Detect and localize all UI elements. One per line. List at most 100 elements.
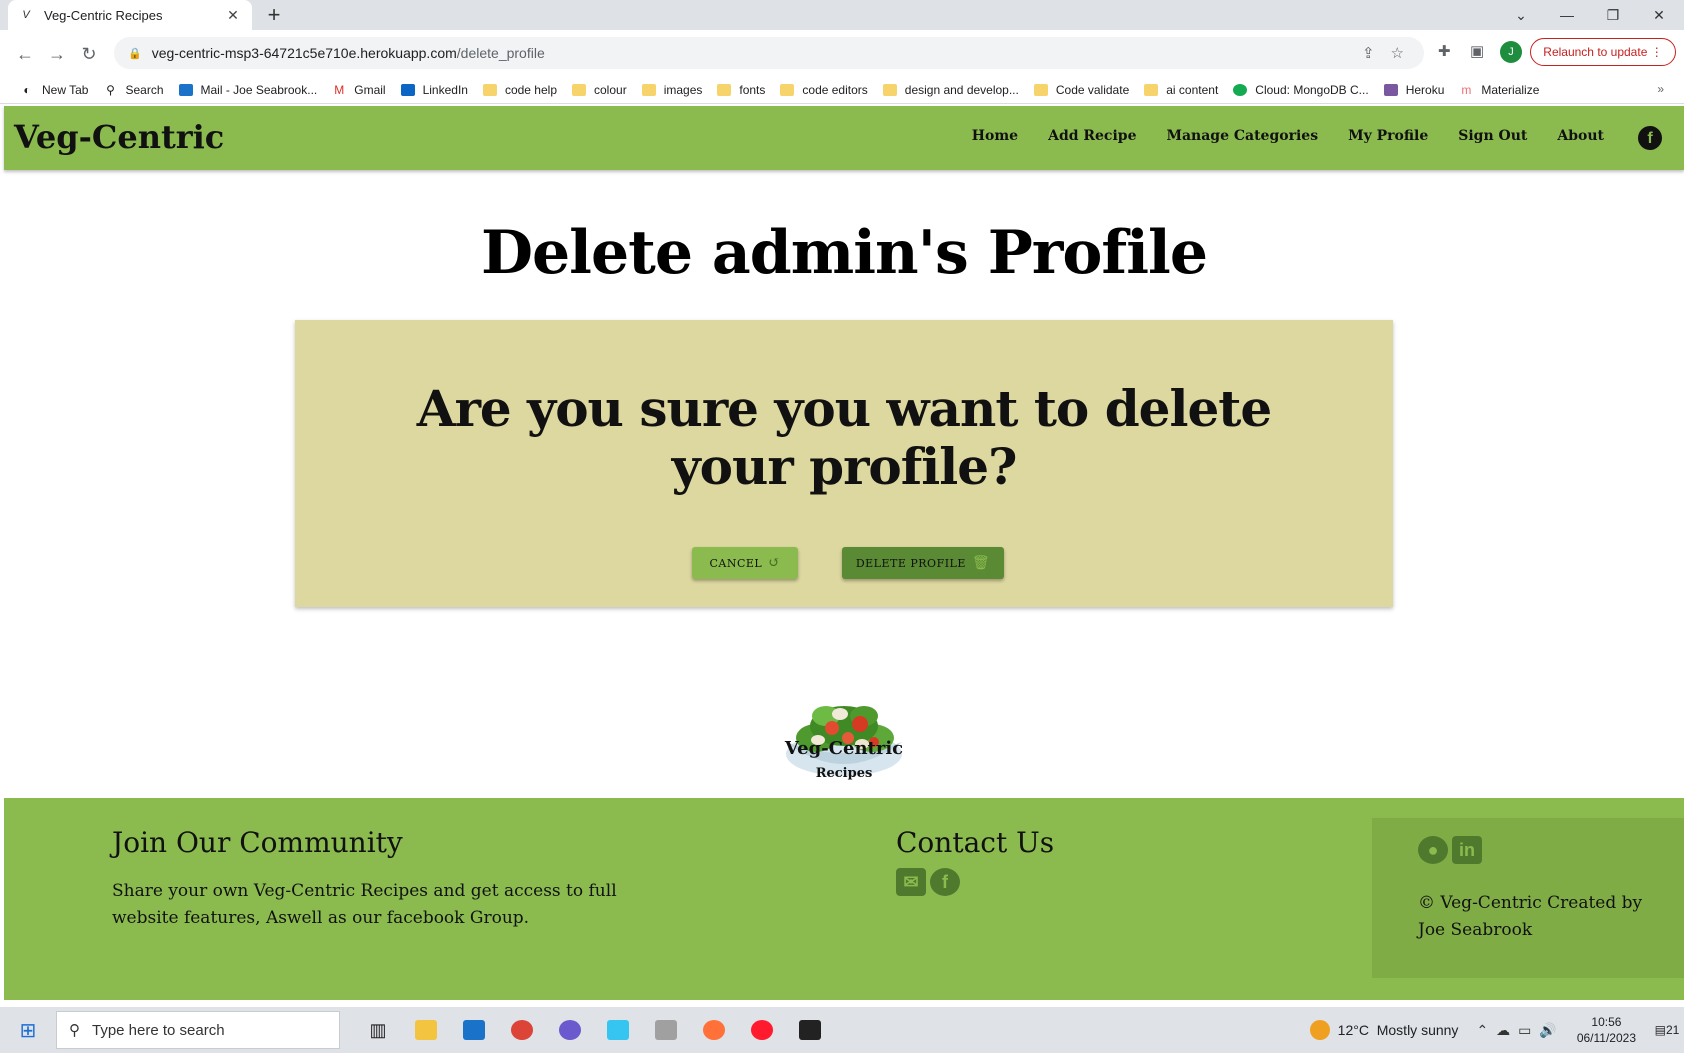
nav-manage-categories[interactable]: Manage Categories	[1166, 128, 1318, 144]
bookmark-label: Cloud: MongoDB C...	[1255, 82, 1369, 97]
restore-button[interactable]: ❐	[1590, 0, 1636, 30]
bookmark-search[interactable]: ⚲ Search	[103, 83, 163, 97]
file-explorer-icon[interactable]	[402, 1010, 450, 1050]
chrome-icon[interactable]	[498, 1010, 546, 1050]
undo-icon: ↺	[768, 555, 781, 571]
nav-home[interactable]: Home	[972, 128, 1018, 144]
address-bar[interactable]: 🔒 veg-centric-msp3-64721c5e710e.herokuap…	[114, 37, 1424, 69]
tab-search-chevron-icon[interactable]: ⌄	[1498, 0, 1544, 30]
bookmark-label: code help	[504, 82, 557, 97]
clock[interactable]: 10:56 06/11/2023	[1577, 1014, 1636, 1046]
confirm-question: Are you sure you want to delete your pro…	[416, 379, 1272, 496]
gimp-icon[interactable]	[642, 1010, 690, 1050]
bookmark-label: images	[663, 82, 703, 97]
heroku-icon	[1383, 83, 1398, 96]
m365-icon[interactable]	[546, 1010, 594, 1050]
extensions-icon[interactable]: ✚	[1438, 42, 1451, 60]
back-arrow-icon[interactable]: ←	[12, 41, 38, 67]
bookmark-star-icon[interactable]: ☆	[1391, 44, 1404, 62]
nav-my-profile[interactable]: My Profile	[1348, 128, 1428, 144]
bookmarks-bar: ◐ New Tab ⚲ Search Mail - Joe Seabrook... …	[0, 76, 1684, 104]
logo-subtitle: Recipes	[815, 766, 873, 781]
bookmark-code-validate[interactable]: Code validate	[1033, 83, 1129, 97]
bookmark-label: Mail - Joe Seabrook...	[200, 82, 318, 97]
page-title: Delete admin's Profile	[480, 218, 1208, 288]
github-icon[interactable]: ●	[1418, 836, 1448, 864]
side-panel-icon[interactable]: ▣	[1470, 42, 1484, 60]
bookmark-design[interactable]: design and develop...	[882, 83, 1019, 97]
bookmark-code-help[interactable]: code help	[482, 82, 557, 97]
bookmark-ai-content[interactable]: ai content	[1144, 83, 1218, 97]
community-text: Share your own Veg-Centric Recipes and g…	[112, 881, 617, 928]
folder-icon	[717, 83, 732, 96]
close-window-button[interactable]: ✕	[1636, 0, 1682, 30]
bookmark-label: code editors	[802, 82, 868, 97]
envelope-icon[interactable]: ✉	[896, 868, 926, 896]
url-host: veg-centric-msp3-64721c5e710e.herokuapp.…	[151, 45, 457, 61]
tray-icons[interactable]: ⌃☁▭🔊	[1476, 1022, 1564, 1039]
bookmark-label: ai content	[1166, 82, 1219, 97]
weather-text[interactable]: Mostly sunny	[1377, 1022, 1459, 1038]
windows-start-icon[interactable]: ⊞	[0, 1018, 56, 1043]
bookmark-code-editors[interactable]: code editors	[780, 82, 868, 97]
social-icons: ● in	[1418, 836, 1482, 864]
sticky-notes-icon[interactable]	[786, 1010, 834, 1050]
site-brand[interactable]: Veg-Centric	[14, 118, 224, 156]
footer-side-panel: ● in © Veg-Centric Created by Joe Seabro…	[1372, 818, 1684, 978]
relaunch-button[interactable]: Relaunch to update ⋮	[1530, 38, 1676, 66]
delete-profile-button[interactable]: DELETE PROFILE 🗑	[842, 547, 1004, 579]
bookmark-heroku[interactable]: Heroku	[1383, 83, 1444, 97]
mongodb-icon	[1233, 83, 1248, 96]
notification-center-icon[interactable]: ▤21	[1650, 1023, 1684, 1037]
bookmark-materialize[interactable]: m Materialize	[1459, 83, 1539, 97]
bookmark-mongodb[interactable]: Cloud: MongoDB C...	[1233, 82, 1369, 97]
taskbar-apps: ▥	[354, 1010, 834, 1050]
firefox-icon[interactable]	[690, 1010, 738, 1050]
bookmark-label: LinkedIn	[422, 82, 468, 97]
reload-icon[interactable]: ↻	[76, 41, 102, 67]
nav-sign-out[interactable]: Sign Out	[1458, 128, 1527, 144]
mail-app-icon[interactable]	[450, 1010, 498, 1050]
new-tab-button[interactable]: +	[262, 3, 286, 27]
folder-icon	[641, 83, 656, 96]
bookmark-mail[interactable]: Mail - Joe Seabrook...	[178, 82, 318, 97]
minimize-button[interactable]: —	[1544, 0, 1590, 30]
linkedin-icon	[400, 83, 415, 96]
bookmark-linkedin[interactable]: LinkedIn	[400, 82, 468, 97]
nav-about[interactable]: About	[1557, 128, 1604, 144]
windows-taskbar: ⊞ ⚲ Type here to search ▥ 12°C Mostly su…	[0, 1007, 1684, 1053]
forward-arrow-icon[interactable]: →	[44, 41, 70, 67]
bookmark-fonts[interactable]: fonts	[717, 83, 765, 97]
trash-icon: 🗑	[971, 555, 991, 571]
slack-icon[interactable]	[594, 1010, 642, 1050]
task-view-icon[interactable]: ▥	[354, 1010, 402, 1050]
community-heading: Join Our Community	[112, 826, 403, 859]
contact-heading: Contact Us	[896, 826, 1055, 859]
linkedin-icon[interactable]: in	[1452, 836, 1482, 864]
folder-icon	[1033, 83, 1048, 96]
facebook-icon[interactable]: f	[1638, 126, 1662, 150]
bookmark-colour[interactable]: colour	[572, 83, 627, 97]
nav-add-recipe[interactable]: Add Recipe	[1048, 128, 1136, 144]
bookmark-gmail[interactable]: M Gmail	[332, 83, 385, 97]
gmail-icon: M	[334, 82, 345, 97]
logo-title: Veg-Centric	[784, 738, 904, 759]
profile-avatar[interactable]: J	[1500, 41, 1522, 63]
cancel-button[interactable]: CANCEL ↺	[692, 547, 798, 579]
folder-icon	[482, 83, 497, 96]
notification-count: 21	[1665, 1023, 1680, 1037]
taskbar-search-input[interactable]: ⚲ Type here to search	[56, 1011, 340, 1049]
browser-tab[interactable]: V Veg-Centric Recipes ✕	[8, 0, 252, 30]
bookmarks-overflow-icon[interactable]: »	[1657, 82, 1664, 96]
delete-confirm-card: Are you sure you want to delete your pro…	[295, 320, 1393, 607]
bookmark-label: colour	[594, 82, 627, 97]
opera-icon[interactable]	[738, 1010, 786, 1050]
system-tray: 12°C Mostly sunny ⌃☁▭🔊 10:56 06/11/2023 …	[1309, 1007, 1684, 1053]
bookmark-new-tab[interactable]: ◐ New Tab	[20, 83, 88, 97]
facebook-icon[interactable]: f	[930, 868, 960, 896]
share-icon[interactable]: ⇪	[1362, 44, 1375, 62]
bookmark-images[interactable]: images	[641, 82, 703, 97]
close-tab-icon[interactable]: ✕	[224, 7, 242, 24]
weather-icon[interactable]	[1309, 1020, 1330, 1040]
weather-temp[interactable]: 12°C	[1338, 1022, 1369, 1038]
